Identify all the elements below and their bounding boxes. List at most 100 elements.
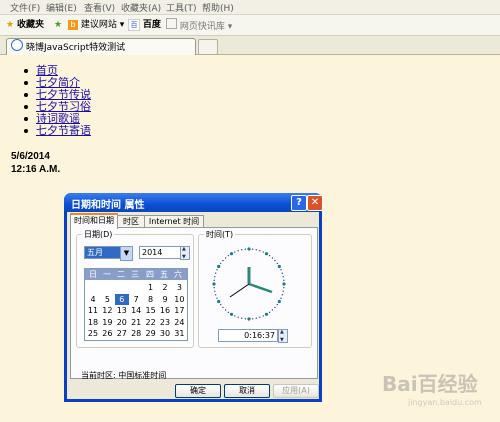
calendar-day[interactable]: 13 — [115, 305, 129, 316]
clock-tick — [247, 317, 251, 321]
close-button[interactable]: ✕ — [307, 195, 323, 211]
calendar-day[interactable]: 10 — [172, 294, 186, 305]
spin-arrows-icon: ▲ ▼ — [280, 329, 284, 343]
suggested-sites-icon: b — [68, 20, 78, 30]
time-field[interactable]: 0:16:37 — [218, 329, 278, 342]
calendar-day[interactable]: 23 — [158, 317, 172, 328]
web-slice-gallery[interactable]: 网页快讯库 ▾ — [166, 18, 232, 32]
clock-tick — [251, 248, 254, 250]
cancel-button[interactable]: 取消 — [224, 384, 270, 398]
calendar-day[interactable]: 26 — [100, 328, 114, 339]
clock-tick — [281, 272, 283, 274]
clock-tick — [217, 264, 221, 269]
month-select[interactable]: 五月 — [84, 246, 121, 259]
weekday-label: 五 — [160, 270, 168, 279]
time-group-label: 时间(T) — [204, 229, 236, 240]
calendar-day[interactable]: 30 — [158, 328, 172, 339]
calendar-day[interactable]: 27 — [115, 328, 129, 339]
clock-tick — [224, 309, 227, 311]
menu-view[interactable]: 查看(V) — [84, 1, 115, 14]
help-button[interactable]: ? — [291, 195, 307, 211]
calendar-day[interactable]: 16 — [158, 305, 172, 316]
clock-tick — [255, 317, 257, 319]
clock-tick — [271, 309, 274, 311]
clock-tick — [262, 315, 264, 317]
web-slice-icon — [166, 18, 177, 29]
calendar-day[interactable]: 6 — [114, 293, 129, 305]
clock-tick — [217, 299, 221, 304]
list-item: 七夕节寄语 — [22, 125, 91, 137]
clock-tick — [227, 311, 230, 314]
calendar-day[interactable]: 24 — [172, 317, 186, 328]
calendar-day[interactable]: 21 — [129, 317, 143, 328]
menu-tools[interactable]: 工具(T) — [166, 1, 197, 14]
dialog-title: 日期和时间 属性 — [71, 200, 145, 211]
dialog-body: 时间和日期 时区 Internet 时间 日期(D) 五月 ▼ 2014 ▲ ▼ … — [67, 212, 319, 399]
clock-tick — [281, 294, 283, 296]
clock-tick — [268, 254, 271, 257]
calendar-day[interactable]: 9 — [158, 294, 172, 305]
clock-tick — [276, 303, 279, 306]
month-dropdown-button[interactable]: ▼ — [120, 246, 133, 261]
clock-tick — [282, 290, 284, 292]
menu-help[interactable]: 帮助(H) — [202, 1, 234, 14]
calendar-day[interactable]: 8 — [144, 294, 158, 305]
calendar-day[interactable]: 28 — [129, 328, 143, 339]
calendar-day[interactable]: 25 — [86, 328, 100, 339]
new-tab-button[interactable] — [198, 39, 218, 55]
clock-tick — [255, 249, 257, 251]
calendar-day[interactable]: 2 — [158, 282, 172, 293]
clock-tick — [251, 318, 254, 320]
calendar-day[interactable]: 29 — [144, 328, 158, 339]
clock-tick — [276, 262, 279, 265]
add-favorite-icon[interactable]: ★ — [54, 18, 62, 32]
calendar-day[interactable]: 31 — [172, 328, 186, 339]
calendar-day[interactable]: 4 — [86, 294, 100, 305]
calendar-day[interactable]: 7 — [129, 294, 143, 305]
time-group: 时间(T) 0:16:37 ▲ ▼ — [198, 229, 312, 348]
clock-tick — [222, 306, 224, 309]
calendar-day[interactable]: 19 — [100, 317, 114, 328]
menu-bar: 文件(F) 编辑(E) 查看(V) 收藏夹(A) 工具(T) 帮助(H) — [0, 0, 500, 15]
calendar-day[interactable]: 17 — [172, 305, 186, 316]
weekday-label: 三 — [131, 270, 139, 279]
calendar: 日 一 二 三 四 五 六 1 2 3 4 5 6 7 8 9 10 11 12 13 14 15 16 17 1… — [84, 268, 188, 341]
calendar-day[interactable]: 1 — [144, 282, 158, 293]
tab-bar: 晓博JavaScript特效测试 — [0, 36, 500, 55]
browser-tab[interactable]: 晓博JavaScript特效测试 — [6, 38, 196, 55]
apply-button[interactable]: 应用(A) — [273, 384, 319, 398]
weekday-label: 四 — [146, 270, 154, 279]
calendar-day[interactable]: 22 — [144, 317, 158, 328]
calendar-day[interactable]: 3 — [172, 282, 186, 293]
calendar-day[interactable]: 14 — [129, 305, 143, 316]
calendar-day[interactable]: 15 — [144, 305, 158, 316]
baidu-link[interactable]: 百 百度 — [128, 18, 161, 32]
year-spinner[interactable]: ▲ ▼ — [180, 246, 190, 260]
nav-link-wishes[interactable]: 七夕节寄语 — [36, 124, 91, 137]
clock-tick — [215, 294, 217, 296]
ok-button[interactable]: 确定 — [175, 384, 221, 398]
calendar-day[interactable]: 11 — [86, 305, 100, 316]
year-field[interactable]: 2014 — [139, 246, 181, 259]
dialog-titlebar[interactable]: 日期和时间 属性 ? ✕ — [64, 193, 323, 212]
favorites-button[interactable]: ★ 收藏夹 — [6, 18, 44, 32]
baidu-icon: 百 — [128, 19, 140, 31]
clock-tick — [277, 299, 281, 304]
datetime-dialog: 日期和时间 属性 ? ✕ 时间和日期 时区 Internet 时间 日期(D) … — [64, 193, 323, 402]
calendar-day[interactable]: 20 — [115, 317, 129, 328]
menu-file[interactable]: 文件(F) — [10, 1, 40, 14]
weekday-label: 日 — [89, 270, 97, 279]
watermark-url: jingyan.baidu.com — [408, 398, 482, 407]
minute-hand — [248, 282, 273, 294]
time-spinner[interactable]: ▲ ▼ — [278, 329, 288, 343]
clock-tick — [283, 279, 285, 282]
calendar-day[interactable]: 12 — [100, 305, 114, 316]
calendar-day[interactable]: 5 — [100, 294, 114, 305]
menu-edit[interactable]: 编辑(E) — [46, 1, 77, 14]
clock-tick — [237, 250, 239, 252]
tab-panel: 日期(D) 五月 ▼ 2014 ▲ ▼ 日 一 二 三 四 五 六 1234567… — [70, 227, 318, 380]
calendar-day[interactable]: 18 — [86, 317, 100, 328]
suggested-sites[interactable]: b 建议网站 ▾ — [68, 18, 124, 32]
menu-favorites[interactable]: 收藏夹(A) — [121, 1, 161, 14]
tab-date-time[interactable]: 时间和日期 — [70, 213, 118, 229]
